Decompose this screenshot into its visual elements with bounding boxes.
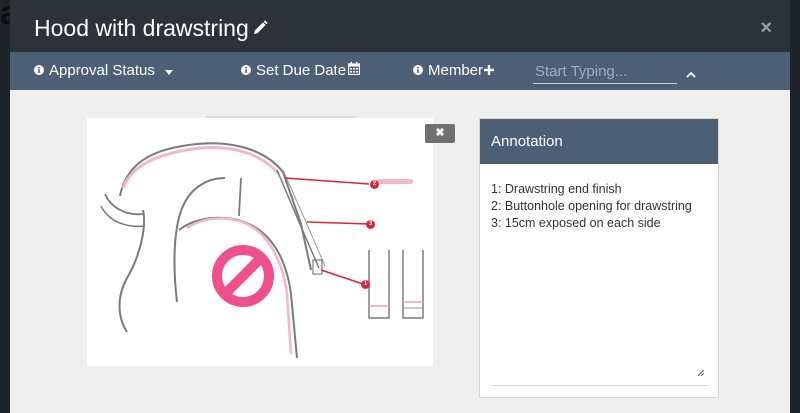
annotation-textarea[interactable]: 1: Drawstring end finish 2: Buttonhole o… [491,181,709,386]
info-circle-icon [241,62,251,80]
info-circle-icon [413,62,423,80]
modal-title: Hood with drawstring [34,14,268,44]
member-label: Member [428,62,484,79]
remove-image-button[interactable]: ✖ [425,124,455,143]
approval-status-label: Approval Status [49,62,155,79]
prohibited-icon [211,244,275,313]
modal-toolbar: Approval Status Set Due Date Member [10,52,790,90]
marker-2: 2 [370,180,379,189]
close-icon[interactable]: × [760,18,772,38]
member-add-button[interactable]: Member [413,62,495,80]
approval-status-dropdown[interactable]: Approval Status [34,62,173,80]
hood-annotation-modal: Hood with drawstring × Approval Status S… [10,0,790,413]
calendar-icon [347,62,361,80]
hood-sketch-canvas[interactable]: 2 3 1 [87,118,433,366]
plus-icon [484,62,495,80]
caret-down-icon [164,62,173,80]
marker-3: 3 [366,220,375,229]
resize-grip-icon[interactable] [697,363,705,381]
modal-title-bar: Hood with drawstring × [10,0,790,52]
info-circle-icon [34,62,44,80]
set-due-date-label: Set Due Date [256,62,347,79]
marker-1: 1 [361,280,370,289]
annotation-panel: Annotation 1: Drawstring end finish 2: B… [479,118,719,398]
chevron-up-icon[interactable] [686,65,696,82]
member-search-input[interactable] [533,60,677,82]
set-due-date-button[interactable]: Set Due Date [241,62,361,80]
pencil-icon[interactable] [252,14,268,42]
member-search-field [533,60,677,84]
modal-title-text: Hood with drawstring [34,15,249,41]
annotation-header: Annotation [480,119,718,164]
